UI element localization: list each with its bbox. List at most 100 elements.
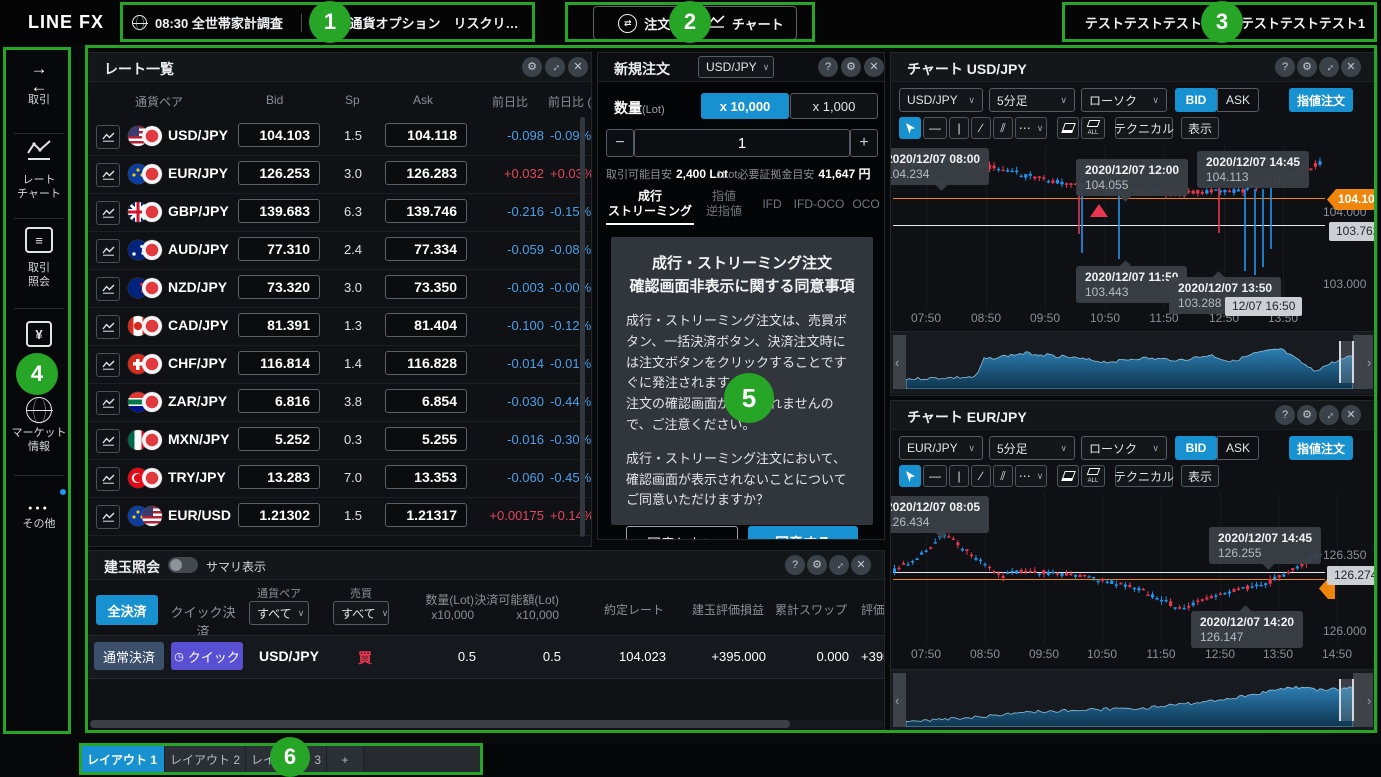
open-chart-button[interactable] xyxy=(96,429,120,453)
unit-1000-button[interactable]: x 1,000 xyxy=(790,93,878,119)
decline-button[interactable]: 同意しない xyxy=(626,526,738,540)
sidebar-item-market-info[interactable] xyxy=(0,397,78,427)
order-tab-1[interactable]: 成行ストリーミング xyxy=(606,189,694,219)
open-chart-button[interactable] xyxy=(96,125,120,149)
expand-icon[interactable]: ↔ xyxy=(545,57,565,77)
navigator-right-arrow[interactable]: › xyxy=(1367,355,1371,370)
order-pair-select[interactable]: USD/JPY∨ xyxy=(698,56,774,78)
sidebar-item-deposit[interactable]: ¥ xyxy=(0,321,78,351)
add-layout-tab[interactable]: + xyxy=(327,744,364,775)
bid-toggle[interactable]: BID xyxy=(1175,436,1217,460)
help-icon[interactable]: ? xyxy=(1275,405,1295,425)
rates-scrollbar[interactable] xyxy=(580,117,585,537)
open-chart-button[interactable] xyxy=(96,315,120,339)
chart-button[interactable]: チャート xyxy=(696,7,797,39)
expand-icon[interactable]: ↔ xyxy=(1319,405,1339,425)
parallel-lines-tool-icon[interactable]: ⫽ xyxy=(993,117,1013,139)
help-icon[interactable]: ? xyxy=(785,555,805,575)
quantity-plus-button[interactable]: + xyxy=(850,129,878,157)
horizontal-line-tool-icon[interactable]: — xyxy=(923,117,947,139)
ask-price-button[interactable]: 1.21317 xyxy=(385,503,467,527)
help-icon[interactable]: ? xyxy=(818,57,838,77)
order-tab-3[interactable]: IFD xyxy=(756,197,788,212)
side-filter-select[interactable]: すべて∨ xyxy=(333,601,389,625)
open-chart-button[interactable] xyxy=(96,163,120,187)
ask-price-button[interactable]: 81.404 xyxy=(385,313,467,337)
layout-tab-1[interactable]: レイアウト 1 xyxy=(80,744,165,775)
chart-type-select[interactable]: ローソク∨ xyxy=(1081,88,1167,112)
unit-10000-button[interactable]: x 10,000 xyxy=(701,93,789,119)
normal-close-button[interactable]: 通常決済 xyxy=(94,642,164,670)
cursor-tool-icon[interactable] xyxy=(899,117,921,139)
close-icon[interactable]: ✕ xyxy=(864,57,884,77)
bid-price-button[interactable]: 6.816 xyxy=(238,389,320,413)
display-button[interactable]: 表示 xyxy=(1181,117,1219,139)
sidebar-item-trade[interactable]: →← xyxy=(0,61,78,91)
parallel-lines-tool-icon[interactable]: ⫽ xyxy=(993,465,1013,487)
chart-type-select[interactable]: ローソク∨ xyxy=(1081,436,1167,460)
navigator-left-arrow[interactable]: ‹ xyxy=(895,693,899,708)
gear-icon[interactable]: ⚙ xyxy=(841,57,861,77)
timeframe-select[interactable]: 5分足∨ xyxy=(989,436,1075,460)
open-chart-button[interactable] xyxy=(96,277,120,301)
open-chart-button[interactable] xyxy=(96,505,120,529)
gear-icon[interactable]: ⚙ xyxy=(1297,57,1317,77)
close-icon[interactable]: ✕ xyxy=(1341,57,1361,77)
technical-button[interactable]: テクニカル xyxy=(1115,465,1173,487)
open-chart-button[interactable] xyxy=(96,467,120,491)
gear-icon[interactable]: ⚙ xyxy=(522,57,542,77)
more-tools-icon[interactable]: ⋯∨ xyxy=(1015,117,1047,139)
close-icon[interactable]: ✕ xyxy=(851,555,871,575)
more-tools-icon[interactable]: ⋯∨ xyxy=(1015,465,1047,487)
vertical-line-tool-icon[interactable]: | xyxy=(949,117,969,139)
technical-button[interactable]: テクニカル xyxy=(1115,117,1173,139)
bid-price-button[interactable]: 126.253 xyxy=(238,161,320,185)
order-tab-2[interactable]: 指値逆指値 xyxy=(698,189,750,219)
navigator-left-arrow[interactable]: ‹ xyxy=(895,355,899,370)
order-tab-5[interactable]: OCO xyxy=(850,197,882,212)
open-chart-button[interactable] xyxy=(96,239,120,263)
ask-price-button[interactable]: 13.353 xyxy=(385,465,467,489)
open-chart-button[interactable] xyxy=(96,201,120,225)
quick-close-row-button[interactable]: ◷ クイック xyxy=(171,642,243,670)
quantity-minus-button[interactable]: − xyxy=(606,129,634,157)
horizontal-line-tool-icon[interactable]: — xyxy=(923,465,947,487)
bid-price-button[interactable]: 139.683 xyxy=(238,199,320,223)
layout-tab-3[interactable]: レイアウト 3 xyxy=(246,744,327,775)
navigator-right-arrow[interactable]: › xyxy=(1367,693,1371,708)
pair-select[interactable]: EUR/JPY∨ xyxy=(899,436,983,460)
eraser-all-icon[interactable]: ALL xyxy=(1081,465,1105,487)
ask-toggle[interactable]: ASK xyxy=(1217,88,1259,112)
bid-price-button[interactable]: 77.310 xyxy=(238,237,320,261)
bid-price-button[interactable]: 104.103 xyxy=(238,123,320,147)
open-chart-button[interactable] xyxy=(96,391,120,415)
cursor-tool-icon[interactable] xyxy=(899,465,921,487)
ask-price-button[interactable]: 6.854 xyxy=(385,389,467,413)
ask-price-button[interactable]: 77.334 xyxy=(385,237,467,261)
ask-price-button[interactable]: 5.255 xyxy=(385,427,467,451)
order-tab-4[interactable]: IFD-OCO xyxy=(792,197,846,212)
expand-icon[interactable]: ↔ xyxy=(1319,57,1339,77)
bid-price-button[interactable]: 13.283 xyxy=(238,465,320,489)
pair-filter-select[interactable]: すべて∨ xyxy=(249,601,309,625)
layout-tab-2[interactable]: レイアウト 2 xyxy=(165,744,246,775)
news-ticker[interactable]: 08:30 全世帯家計調査2:18 通貨オプション リスクリ… xyxy=(132,0,532,45)
close-all-button[interactable]: 全決済 xyxy=(96,595,158,625)
ask-price-button[interactable]: 126.283 xyxy=(385,161,467,185)
expand-icon[interactable]: ↔ xyxy=(829,555,849,575)
navigator-handle[interactable] xyxy=(1339,679,1354,721)
accept-button[interactable]: 同意する xyxy=(748,526,858,540)
display-button[interactable]: 表示 xyxy=(1181,465,1219,487)
eraser-icon[interactable] xyxy=(1057,117,1079,139)
trendline-tool-icon[interactable]: ∕ xyxy=(971,117,991,139)
gear-icon[interactable]: ⚙ xyxy=(807,555,827,575)
sidebar-item-rate-chart[interactable] xyxy=(0,139,78,169)
gear-icon[interactable]: ⚙ xyxy=(1297,405,1317,425)
bid-toggle[interactable]: BID xyxy=(1175,88,1217,112)
ask-price-button[interactable]: 73.350 xyxy=(385,275,467,299)
quantity-input[interactable]: 1 xyxy=(634,129,850,157)
open-chart-button[interactable] xyxy=(96,353,120,377)
ask-price-button[interactable]: 139.746 xyxy=(385,199,467,223)
order-button[interactable]: ⇄ 注文 xyxy=(594,7,695,39)
limit-order-button[interactable]: 指値注文 xyxy=(1289,88,1353,112)
